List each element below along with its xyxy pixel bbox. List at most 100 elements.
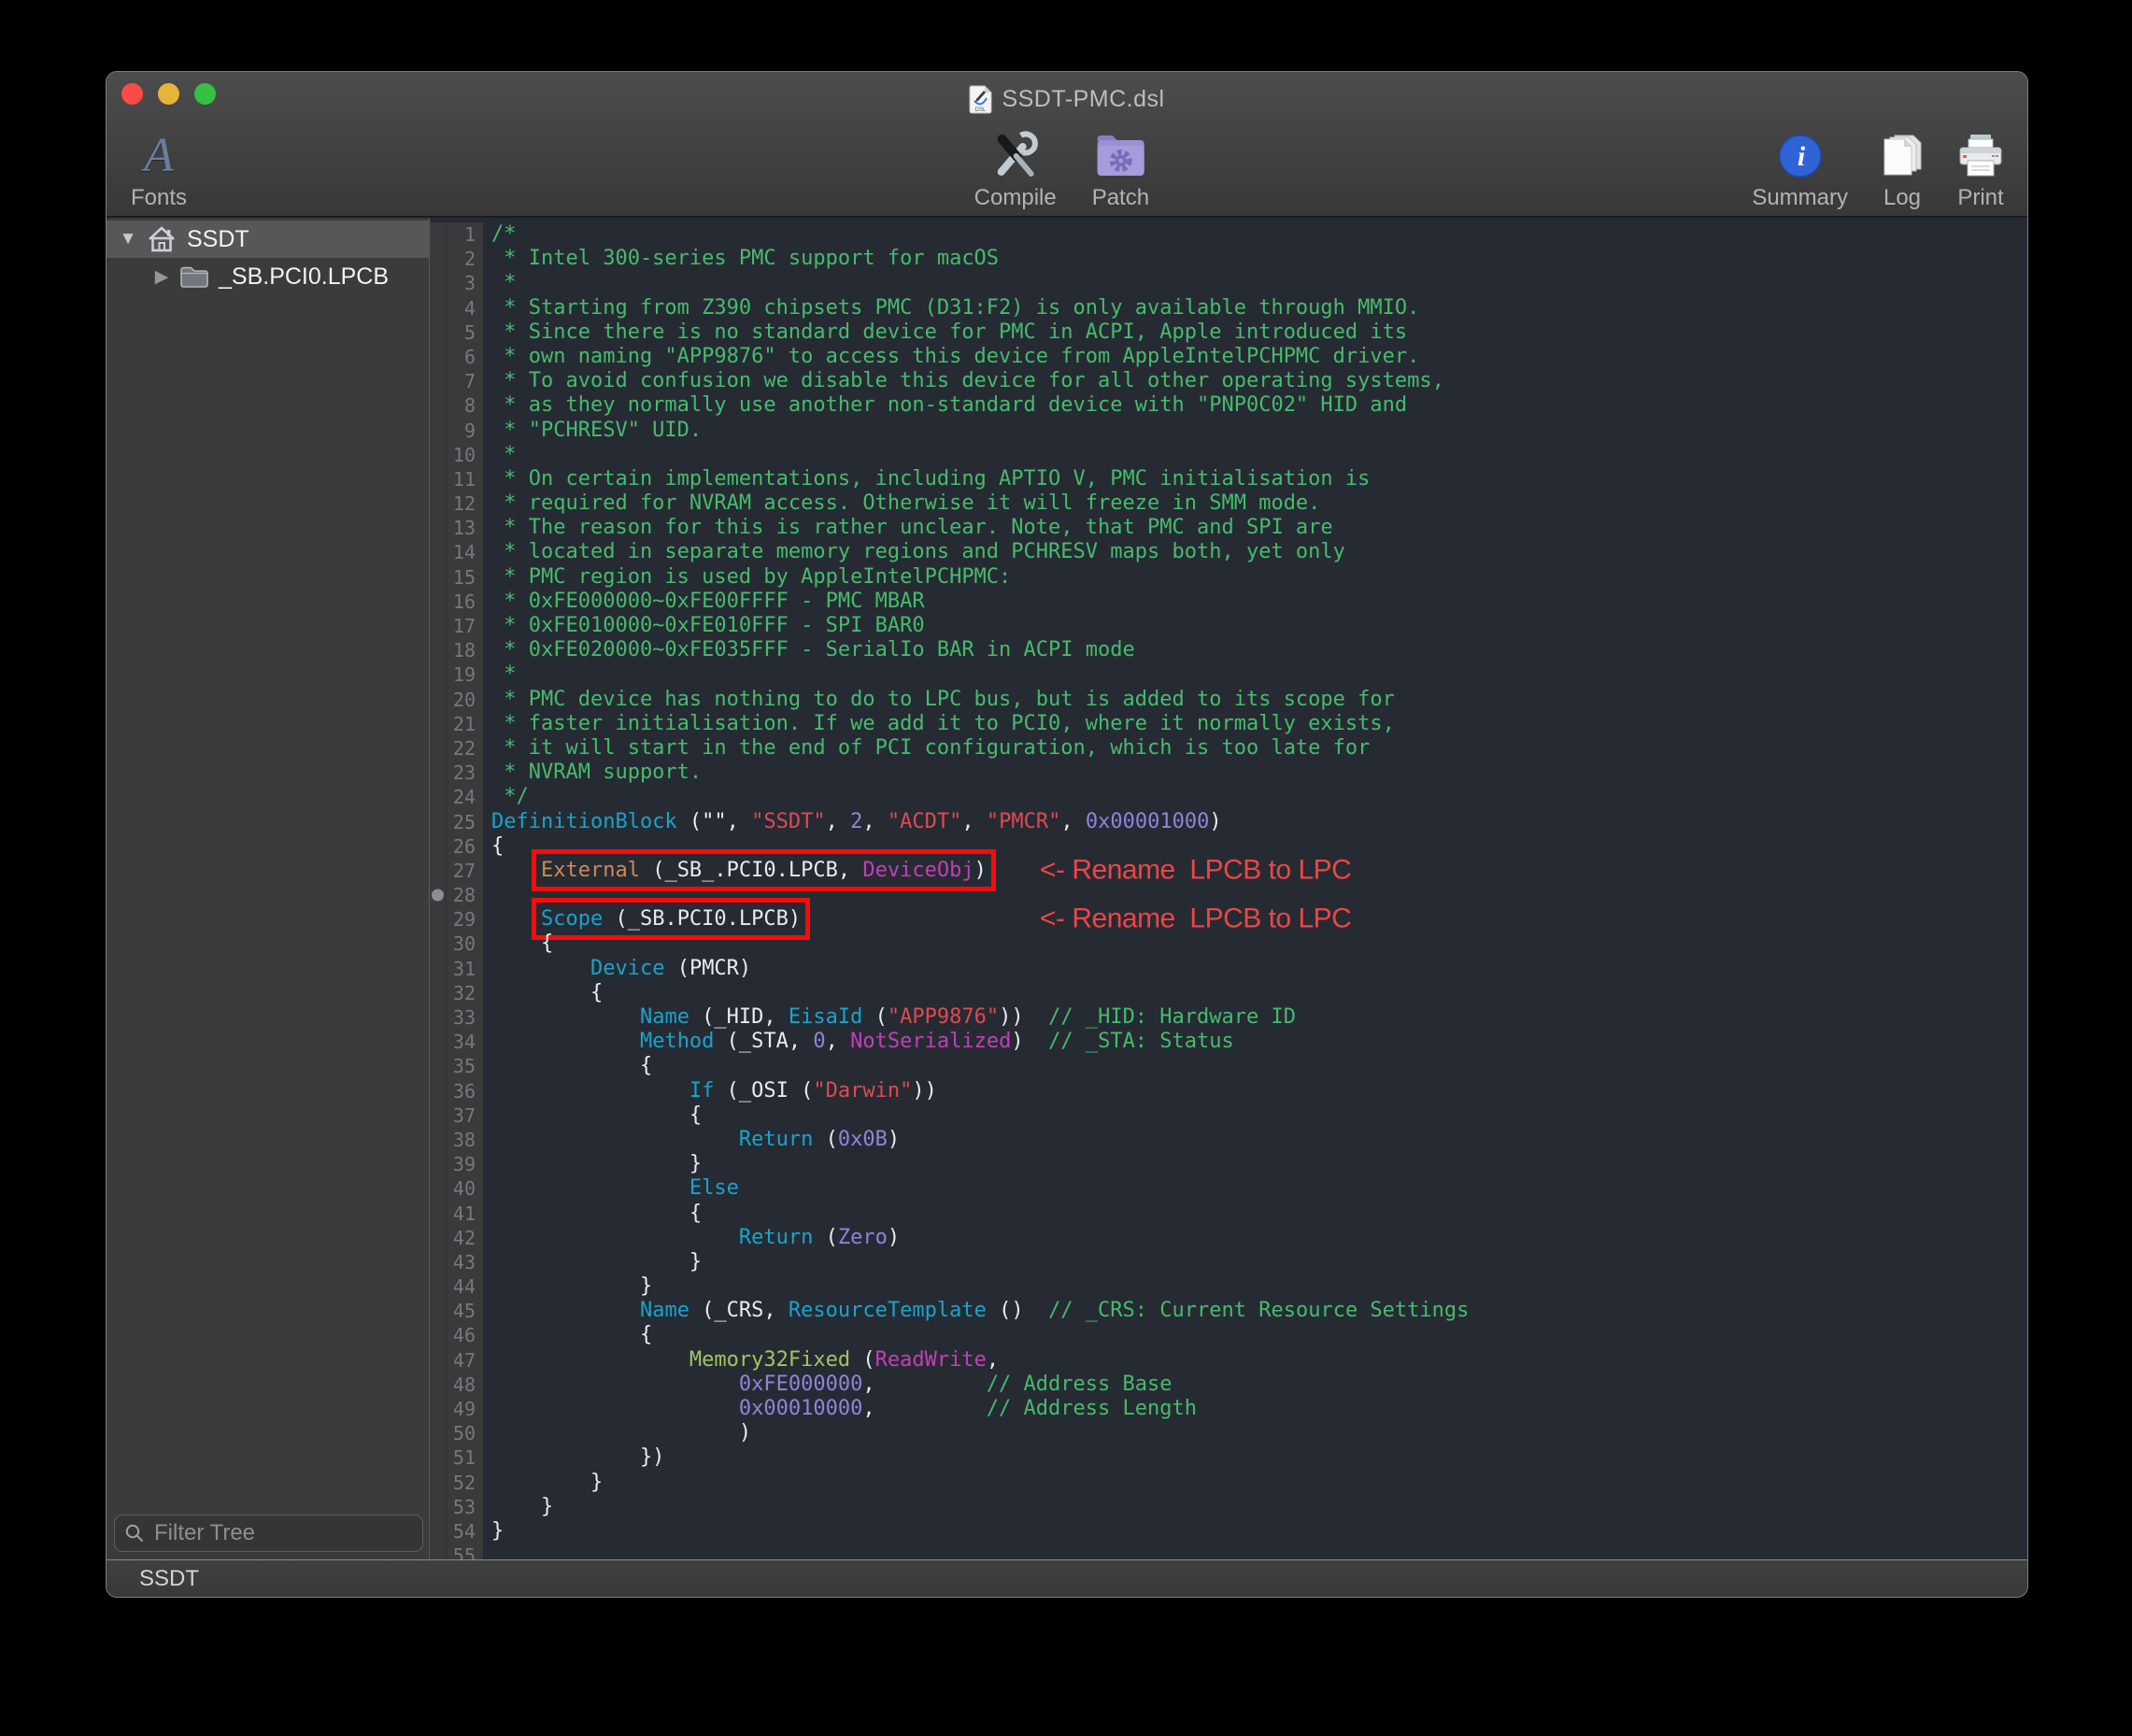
code-line[interactable]: 30 {	[430, 932, 2027, 956]
code-line[interactable]: 43 }	[430, 1250, 2027, 1274]
line-number: 39	[430, 1152, 483, 1176]
code-line[interactable]: 12 * required for NVRAM access. Otherwis…	[430, 491, 2027, 516]
code-text: }	[483, 1471, 603, 1495]
code-line[interactable]: 33 Name (_HID, EisaId ("APP9876")) // _H…	[430, 1005, 2027, 1030]
code-line[interactable]: 52 }	[430, 1471, 2027, 1495]
line-number: 2	[430, 247, 483, 271]
code-line[interactable]: 25DefinitionBlock ("", "SSDT", 2, "ACDT"…	[430, 810, 2027, 834]
print-button[interactable]: Print	[1956, 130, 2005, 209]
code-line[interactable]: 22 * it will start in the end of PCI con…	[430, 736, 2027, 761]
code-line[interactable]: 17 * 0xFE010000~0xFE010FFF - SPI BAR0	[430, 614, 2027, 638]
code-text: {	[483, 932, 553, 956]
code-line[interactable]: 34 Method (_STA, 0, NotSerialized) // _S…	[430, 1030, 2027, 1054]
close-button[interactable]	[121, 83, 143, 105]
code-text: * 0xFE010000~0xFE010FFF - SPI BAR0	[483, 614, 925, 638]
code-line[interactable]: 7 * To avoid confusion we disable this d…	[430, 369, 2027, 393]
line-number: 20	[430, 688, 483, 712]
line-number: 54	[430, 1519, 483, 1544]
line-number: 24	[430, 785, 483, 809]
code-line[interactable]: 18 * 0xFE020000~0xFE035FFF - SerialIo BA…	[430, 638, 2027, 662]
maciasl-window: DSL SSDT-PMC.dsl A Fonts	[106, 71, 2028, 1598]
code-line[interactable]: 31 Device (PMCR)	[430, 957, 2027, 981]
code-line[interactable]: 47 Memory32Fixed (ReadWrite,	[430, 1348, 2027, 1373]
code-text: * it will start in the end of PCI config…	[483, 736, 1370, 761]
line-number: 46	[430, 1323, 483, 1347]
zoom-button[interactable]	[194, 83, 216, 105]
code-line[interactable]: 46 {	[430, 1323, 2027, 1347]
line-number: 7	[430, 369, 483, 393]
code-line[interactable]: 2 * Intel 300-series PMC support for mac…	[430, 247, 2027, 271]
disclosure-down-icon[interactable]: ▼	[118, 229, 138, 249]
code-line[interactable]: 5 * Since there is no standard device fo…	[430, 320, 2027, 345]
compile-icon	[989, 130, 1042, 182]
code-line[interactable]: 19 *	[430, 662, 2027, 687]
code-line[interactable]: 9 * "PCHRESV" UID.	[430, 419, 2027, 443]
code-text: * PMC region is used by AppleIntelPCHPMC…	[483, 565, 1011, 590]
code-line[interactable]: 4 * Starting from Z390 chipsets PMC (D31…	[430, 296, 2027, 320]
code-line[interactable]: 35 {	[430, 1054, 2027, 1078]
code-text: 0xFE000000, // Address Base	[483, 1373, 1173, 1397]
minimize-button[interactable]	[158, 83, 179, 105]
tree-row-ssdt[interactable]: ▼ SSDT	[107, 221, 429, 258]
code-line[interactable]: 54}	[430, 1519, 2027, 1544]
code-line[interactable]: 50 )	[430, 1421, 2027, 1445]
compile-button[interactable]: Compile	[974, 130, 1057, 209]
code-text: }	[483, 1274, 652, 1299]
code-line[interactable]: 41 {	[430, 1202, 2027, 1226]
code-line[interactable]: 55	[430, 1544, 2027, 1559]
code-line[interactable]: 20 * PMC device has nothing to do to LPC…	[430, 688, 2027, 712]
red-annotation-box: External (_SB_.PCI0.LPCB, DeviceObj)	[541, 859, 987, 882]
filter-field[interactable]	[114, 1515, 423, 1552]
code-line[interactable]: 40 Else	[430, 1176, 2027, 1201]
code-text: {	[483, 1323, 652, 1347]
code-line[interactable]: 37 {	[430, 1103, 2027, 1128]
code-line[interactable]: 48 0xFE000000, // Address Base	[430, 1373, 2027, 1397]
code-line[interactable]: 14 * located in separate memory regions …	[430, 540, 2027, 564]
code-line[interactable]: 16 * 0xFE000000~0xFE00FFFF - PMC MBAR	[430, 590, 2027, 614]
code-line[interactable]: 36 If (_OSI ("Darwin"))	[430, 1079, 2027, 1103]
line-number: 40	[430, 1176, 483, 1201]
code-line[interactable]: 15 * PMC region is used by AppleIntelPCH…	[430, 565, 2027, 590]
line-number: 44	[430, 1274, 483, 1299]
code-line[interactable]: 53 }	[430, 1495, 2027, 1519]
code-line[interactable]: 39 }	[430, 1152, 2027, 1176]
code-line[interactable]: 6 * own naming "APP9876" to access this …	[430, 345, 2027, 369]
code-line[interactable]: 45 Name (_CRS, ResourceTemplate () // _C…	[430, 1299, 2027, 1323]
code-line[interactable]: 1/*	[430, 222, 2027, 247]
code-text: {	[483, 834, 504, 859]
code-text: *	[483, 443, 517, 467]
fonts-button[interactable]: A Fonts	[131, 130, 187, 209]
line-number: 36	[430, 1079, 483, 1103]
code-text: }	[483, 1152, 702, 1176]
code-line[interactable]: 27 External (_SB_.PCI0.LPCB, DeviceObj)<…	[430, 859, 2027, 883]
titlebar[interactable]: DSL SSDT-PMC.dsl	[107, 72, 2027, 126]
code-editor[interactable]: 1/*2 * Intel 300-series PMC support for …	[430, 218, 2027, 1559]
code-line[interactable]: 24 */	[430, 785, 2027, 809]
code-line[interactable]: 51 })	[430, 1445, 2027, 1470]
log-button[interactable]: Log	[1878, 130, 1926, 209]
code-line[interactable]: 21 * faster initialisation. If we add it…	[430, 712, 2027, 736]
code-line[interactable]: 11 * On certain implementations, includi…	[430, 467, 2027, 491]
code-text	[483, 1544, 491, 1559]
summary-button[interactable]: i Summary	[1752, 130, 1848, 209]
line-number: 16	[430, 590, 483, 614]
disclosure-right-icon[interactable]: ▶	[151, 266, 172, 288]
code-line[interactable]: 13 * The reason for this is rather uncle…	[430, 516, 2027, 540]
ssdt-tree: ▼ SSDT ▶	[107, 218, 429, 1515]
code-line[interactable]: 10 *	[430, 443, 2027, 467]
code-line[interactable]: 49 0x00010000, // Address Length	[430, 1397, 2027, 1421]
code-line[interactable]: 38 Return (0x0B)	[430, 1128, 2027, 1152]
code-text: * required for NVRAM access. Otherwise i…	[483, 491, 1320, 516]
tree-row-lpcb[interactable]: ▶ _SB.PCI0.LPCB	[107, 258, 429, 295]
printer-icon	[1956, 130, 2005, 182]
patch-button[interactable]: Patch	[1092, 130, 1149, 209]
filter-tree-input[interactable]	[152, 1519, 446, 1547]
code-line[interactable]: 32 {	[430, 981, 2027, 1005]
code-line[interactable]: 8 * as they normally use another non-sta…	[430, 393, 2027, 418]
code-line[interactable]: 23 * NVRAM support.	[430, 761, 2027, 785]
document-icon: DSL	[969, 85, 992, 114]
code-line[interactable]: 3 *	[430, 271, 2027, 295]
code-line[interactable]: 44 }	[430, 1274, 2027, 1299]
code-line[interactable]: 42 Return (Zero)	[430, 1226, 2027, 1250]
code-line[interactable]: 29 Scope (_SB.PCI0.LPCB)<- Rename LPCB t…	[430, 907, 2027, 932]
